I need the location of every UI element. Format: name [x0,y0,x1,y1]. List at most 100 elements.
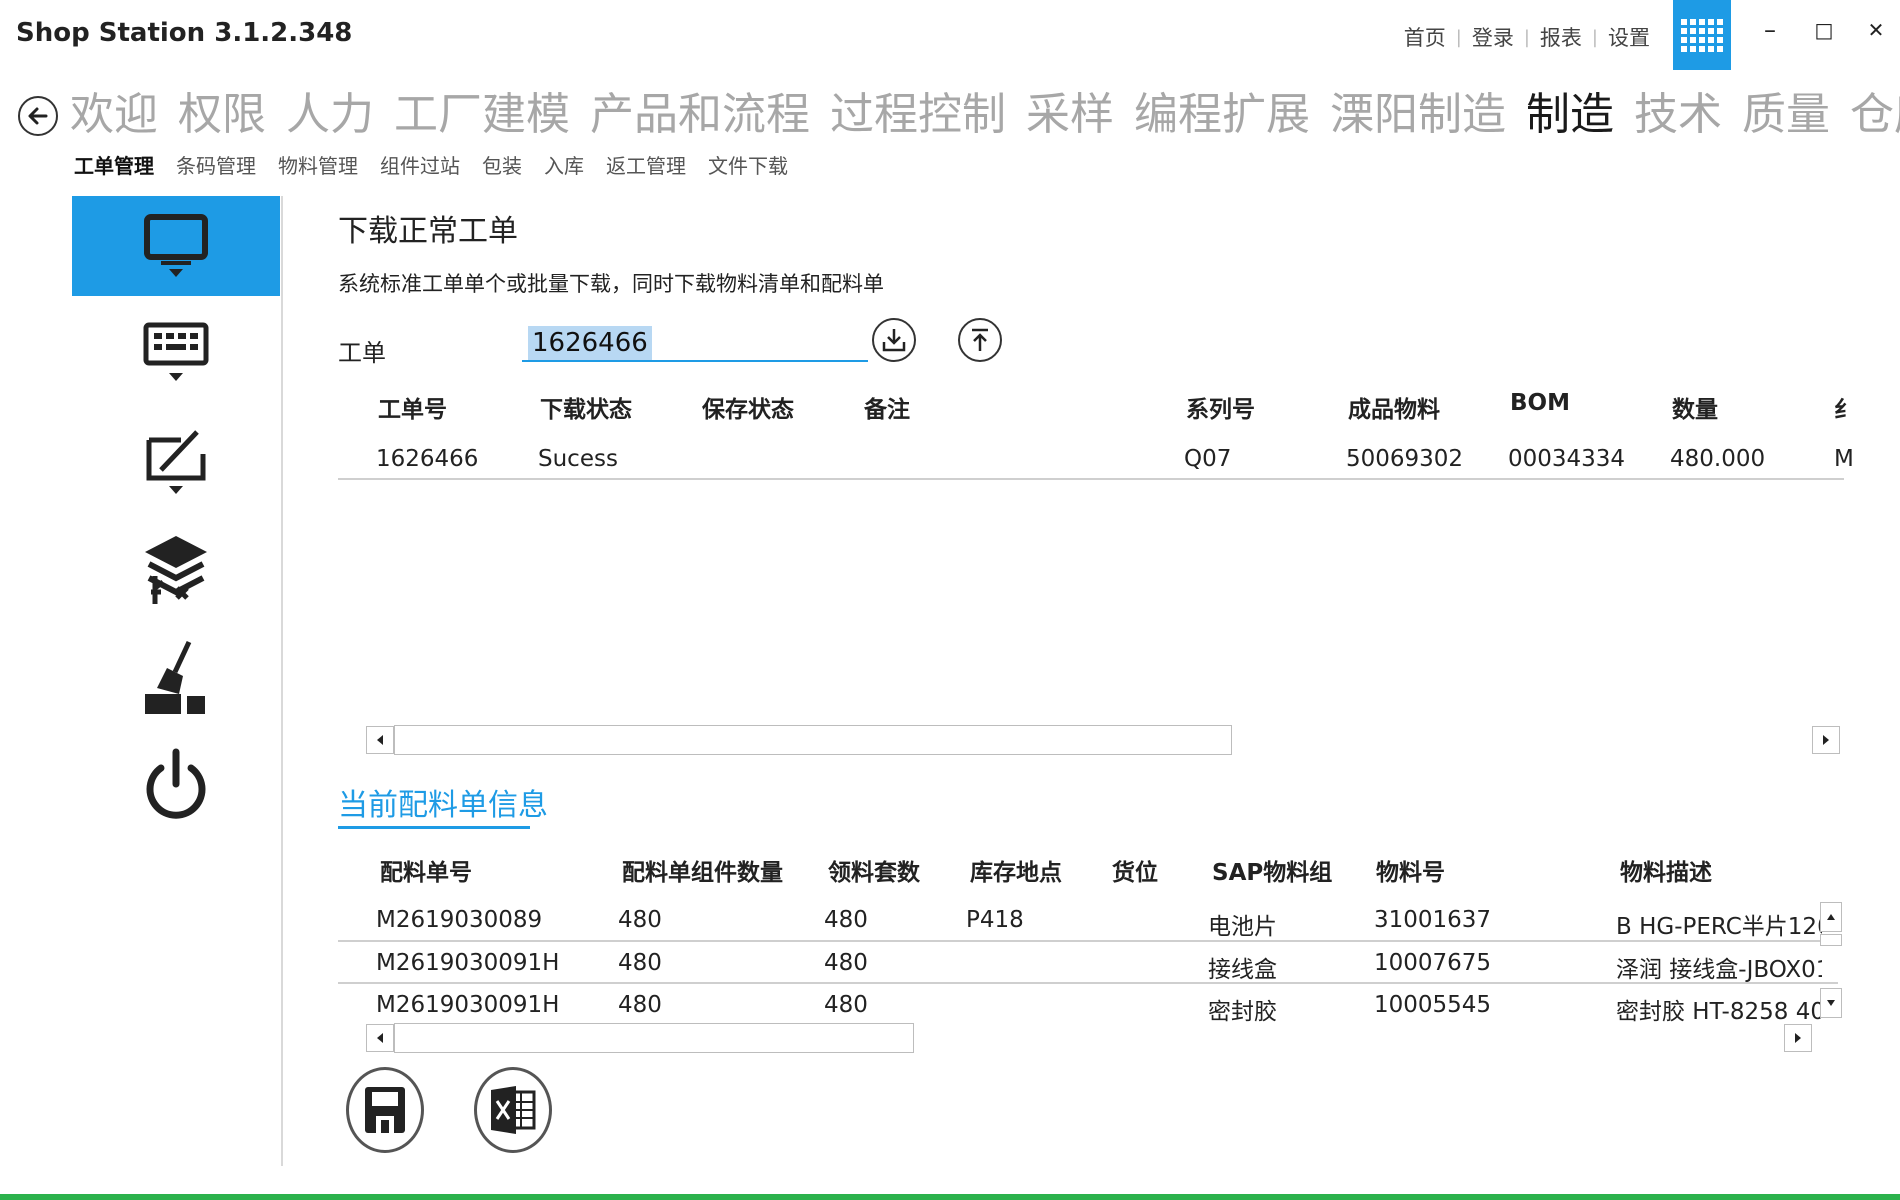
sidebar-item-power[interactable] [72,736,280,836]
table-cell[interactable]: 1626466 [376,446,478,472]
table-cell[interactable]: 480 [824,907,868,933]
table-cell[interactable]: 00034334 [1508,446,1625,472]
module-item-programming[interactable]: 编程扩展 [1134,82,1310,148]
table-cell[interactable]: 密封胶 HT-8258 40( [1616,992,1822,1026]
module-item-permission[interactable]: 权限 [178,82,266,148]
column-header[interactable]: 工单号 [378,390,447,424]
table-cell[interactable]: 接线盒 [1208,950,1277,984]
table-cell[interactable]: 泽润 接线盒-JBOX01 [1616,950,1822,984]
scroll-right-button[interactable] [1784,1024,1812,1052]
table-cell[interactable]: 480.000 [1670,446,1765,472]
module-item-manufacturing[interactable]: 制造 [1526,82,1614,148]
table-cell[interactable]: 电池片 [1208,907,1277,941]
report-link[interactable]: 报表 [1540,22,1582,52]
table-cell[interactable]: 480 [618,992,662,1018]
module-item-factory-modeling[interactable]: 工厂建模 [394,82,570,148]
column-header[interactable]: 成品物料 [1348,390,1440,424]
column-header[interactable]: 货位 [1112,853,1158,887]
maximize-button[interactable]: □ [1804,10,1844,50]
table-cell[interactable]: 31001637 [1374,907,1491,933]
sidebar-item-edit[interactable] [72,412,280,512]
column-header[interactable]: SAP物料组 [1212,853,1332,887]
column-header[interactable]: 物料描述 [1620,853,1712,887]
row-divider [338,940,1838,942]
column-header[interactable]: 下载状态 [540,390,632,424]
tab-material-management[interactable]: 物料管理 [278,150,358,179]
download-icon [882,329,906,352]
column-header[interactable]: 保存状态 [702,390,794,424]
module-item-product-process[interactable]: 产品和流程 [590,82,810,148]
scroll-down-button[interactable] [1820,988,1842,1018]
table-cell[interactable]: 10007675 [1374,950,1491,976]
sidebar-item-keyboard[interactable] [72,304,280,404]
top-links: 首页 | 登录 | 报表 | 设置 [1404,22,1650,52]
column-header[interactable]: 数量 [1672,390,1718,424]
module-item-process-control[interactable]: 过程控制 [830,82,1006,148]
scroll-left-button[interactable] [366,1024,394,1052]
sidebar-item-download-order[interactable] [72,196,280,296]
table-cell[interactable]: M2619030091H [376,992,559,1018]
column-header[interactable]: 纟 [1834,390,1857,424]
upload-button[interactable] [958,318,1002,362]
column-header[interactable]: 领料套数 [828,853,920,887]
export-excel-button[interactable] [474,1067,552,1153]
horizontal-scrollbar-thumb[interactable] [394,1023,914,1053]
work-order-input-value[interactable]: 1626466 [528,326,652,360]
horizontal-scrollbar-thumb[interactable] [394,725,1232,755]
upload-to-top-icon [972,328,988,351]
column-header[interactable]: 物料号 [1376,853,1445,887]
table-cell[interactable]: 10005545 [1374,992,1491,1018]
table-cell[interactable]: M [1834,446,1854,472]
tab-file-download[interactable]: 文件下载 [708,150,788,179]
kit-section-title[interactable]: 当前配料单信息 [338,780,548,824]
scroll-right-button[interactable] [1812,726,1840,754]
tab-barcode-management[interactable]: 条码管理 [176,150,256,179]
table-cell[interactable]: M2619030089 [376,907,542,933]
table-cell[interactable]: 密封胶 [1208,992,1277,1026]
module-item-liyang-manufacturing[interactable]: 溧阳制造 [1330,82,1506,148]
tab-warehousing[interactable]: 入库 [544,150,584,179]
tab-rework-management[interactable]: 返工管理 [606,150,686,179]
column-header[interactable]: 备注 [864,390,910,424]
table-cell[interactable]: 480 [618,950,662,976]
scroll-up-button[interactable] [1820,902,1842,932]
column-header[interactable]: BOM [1510,390,1570,416]
sidebar-item-layers[interactable] [72,520,280,620]
sidebar-item-clean[interactable] [72,628,280,728]
minimize-button[interactable]: – [1750,10,1790,50]
table-cell[interactable]: 480 [824,992,868,1018]
arrow-left-icon [377,735,383,745]
column-header[interactable]: 配料单号 [380,853,472,887]
tab-work-order-management[interactable]: 工单管理 [74,150,154,179]
back-button[interactable] [18,96,58,136]
settings-link[interactable]: 设置 [1608,22,1650,52]
tab-component-pass[interactable]: 组件过站 [380,150,460,179]
section-underline [338,826,530,829]
vertical-scrollbar-thumb[interactable] [1820,934,1842,946]
table-cell[interactable]: 50069302 [1346,446,1463,472]
app-grid-button[interactable] [1673,0,1731,70]
table-cell[interactable]: P418 [966,907,1024,933]
table-cell[interactable]: 480 [824,950,868,976]
module-item-sampling[interactable]: 采样 [1026,82,1114,148]
table-cell[interactable]: Sucess [538,446,618,472]
scroll-left-button[interactable] [366,726,394,754]
module-item-quality[interactable]: 质量 [1742,82,1830,148]
save-button[interactable] [346,1067,424,1153]
module-item-warehouse[interactable]: 仓库 [1850,82,1900,148]
table-cell[interactable]: 480 [618,907,662,933]
download-button[interactable] [872,318,916,362]
close-button[interactable]: ✕ [1856,10,1896,50]
column-header[interactable]: 系列号 [1186,390,1255,424]
module-item-hr[interactable]: 人力 [286,82,374,148]
login-link[interactable]: 登录 [1472,22,1514,52]
column-header[interactable]: 配料单组件数量 [622,853,783,887]
table-cell[interactable]: M2619030091H [376,950,559,976]
tab-packing[interactable]: 包装 [482,150,522,179]
table-cell[interactable]: B HG-PERC半片120 [1616,907,1822,941]
home-link[interactable]: 首页 [1404,22,1446,52]
column-header[interactable]: 库存地点 [970,853,1062,887]
module-item-welcome[interactable]: 欢迎 [70,82,158,148]
table-cell[interactable]: Q07 [1184,446,1231,472]
module-item-technology[interactable]: 技术 [1634,82,1722,148]
